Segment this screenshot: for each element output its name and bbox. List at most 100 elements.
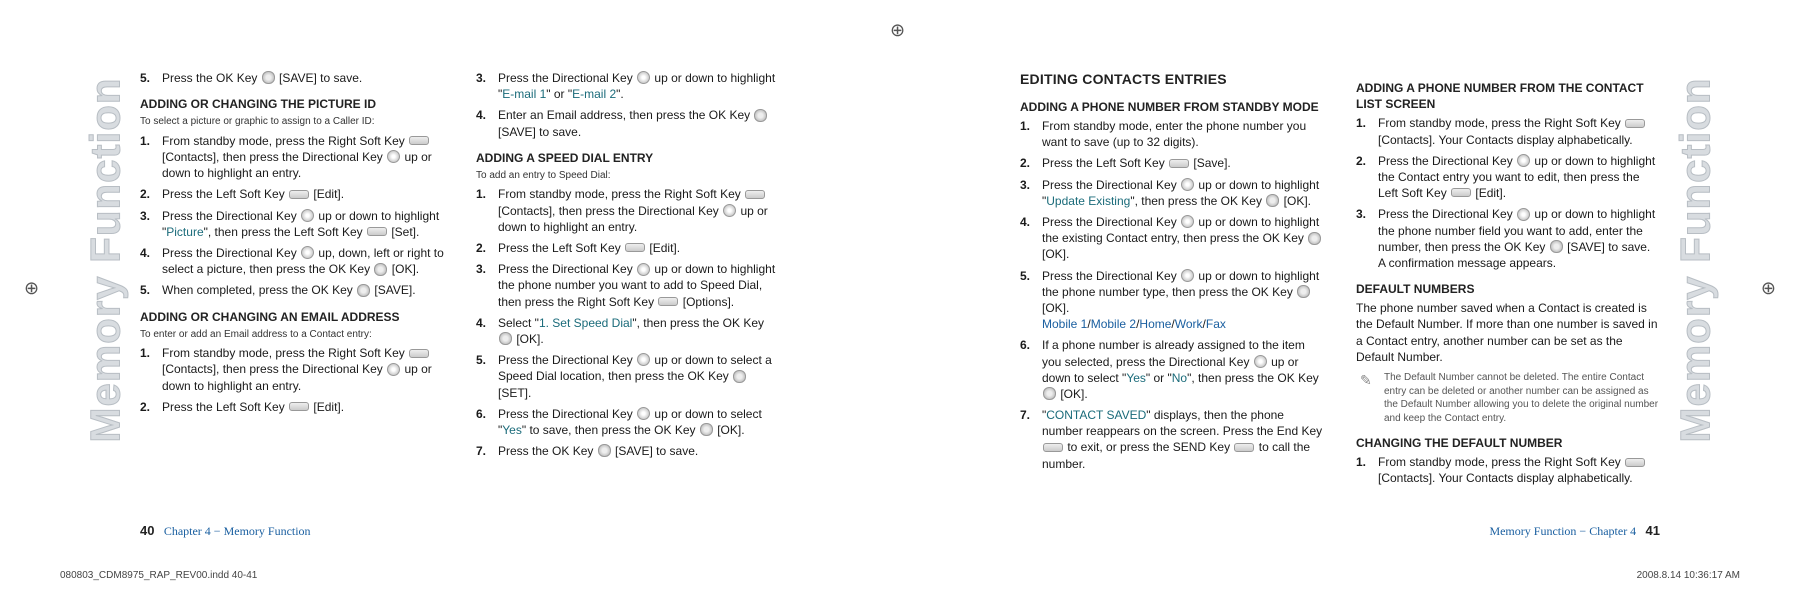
list-item: 4.Press the Directional Key up or down t… — [1020, 214, 1324, 263]
column: EDITING CONTACTS ENTRIES ADDING A PHONE … — [1020, 70, 1324, 499]
side-label-right: Memory Function — [1660, 40, 1730, 479]
heading: DEFAULT NUMBERS — [1356, 281, 1660, 297]
heading: ADDING A SPEED DIAL ENTRY — [476, 150, 780, 166]
list-item: 3.Press the Directional Key up or down t… — [1020, 177, 1324, 209]
list-item: 1.From standby mode, enter the phone num… — [1020, 118, 1324, 150]
send-key-icon — [1234, 443, 1254, 452]
page-number: 41 — [1646, 523, 1660, 538]
list-item: 7."CONTACT SAVED" displays, then the pho… — [1020, 407, 1324, 472]
page-spread: ⊕ ⊕ ⊕ Memory Function Memory Function 5.… — [0, 0, 1800, 589]
list-item: 5.When completed, press the OK Key [SAVE… — [140, 282, 444, 298]
directional-key-icon — [1181, 215, 1194, 228]
page-41: EDITING CONTACTS ENTRIES ADDING A PHONE … — [1020, 70, 1660, 499]
directional-key-icon — [1517, 208, 1530, 221]
heading: ADDING OR CHANGING AN EMAIL ADDRESS — [140, 309, 444, 325]
list: 3.Press the Directional Key up or down t… — [476, 70, 780, 140]
chapter-label: Memory Function − Chapter 4 — [1489, 524, 1636, 538]
directional-key-icon — [637, 263, 650, 276]
side-label-left: Memory Function — [70, 40, 140, 479]
soft-key-icon — [289, 190, 309, 199]
print-meta-right: 2008.8.14 10:36:17 AM — [1637, 570, 1740, 581]
list-item: 5.Press the Directional Key up or down t… — [1020, 268, 1324, 333]
ok-key-icon — [754, 109, 767, 122]
directional-key-icon — [637, 71, 650, 84]
directional-key-icon — [301, 246, 314, 259]
ok-key-icon — [262, 71, 275, 84]
ok-key-icon — [1550, 240, 1563, 253]
list-item: 3.Press the Directional Key up or down t… — [1356, 206, 1660, 271]
ok-key-icon — [598, 444, 611, 457]
list-item: 2.Press the Directional Key up or down t… — [1356, 153, 1660, 202]
paragraph: The phone number saved when a Contact is… — [1356, 300, 1660, 365]
ok-key-icon — [357, 284, 370, 297]
list: 1.From standby mode, enter the phone num… — [1020, 118, 1324, 472]
soft-key-icon — [289, 402, 309, 411]
soft-key-icon — [745, 190, 765, 199]
list-item: 5.Press the OK Key [SAVE] to save. — [140, 70, 444, 86]
list-item: 2.Press the Left Soft Key [Edit]. — [140, 186, 444, 202]
heading: ADDING A PHONE NUMBER FROM STANDBY MODE — [1020, 99, 1324, 115]
directional-key-icon — [1181, 269, 1194, 282]
list-item: 4.Press the Directional Key up, down, le… — [140, 245, 444, 277]
directional-key-icon — [387, 363, 400, 376]
registration-mark-icon: ⊕ — [1761, 278, 1776, 299]
list-item: 1.From standby mode, press the Right Sof… — [140, 133, 444, 182]
list-item: 2.Press the Left Soft Key [Edit]. — [140, 399, 444, 415]
list: 1.From standby mode, press the Right Sof… — [140, 345, 444, 415]
list-item: 4.Select "1. Set Speed Dial", then press… — [476, 315, 780, 347]
directional-key-icon — [637, 353, 650, 366]
directional-key-icon — [1517, 154, 1530, 167]
page-number: 40 — [140, 523, 154, 538]
list-item: 2.Press the Left Soft Key [Edit]. — [476, 240, 780, 256]
ok-key-icon — [499, 332, 512, 345]
list-item: 1.From standby mode, press the Right Sof… — [1356, 454, 1660, 486]
list-item: 3.Press the Directional Key up or down t… — [140, 208, 444, 240]
sub-heading: To add an entry to Speed Dial: — [476, 169, 780, 183]
registration-mark-icon: ⊕ — [890, 20, 905, 41]
section-heading: EDITING CONTACTS ENTRIES — [1020, 70, 1324, 89]
note: The Default Number cannot be deleted. Th… — [1356, 371, 1660, 425]
ok-key-icon — [700, 423, 713, 436]
directional-key-icon — [1254, 355, 1267, 368]
column: 5.Press the OK Key [SAVE] to save. ADDIN… — [140, 70, 444, 499]
soft-key-icon — [409, 136, 429, 145]
heading: CHANGING THE DEFAULT NUMBER — [1356, 435, 1660, 451]
soft-key-icon — [1625, 119, 1645, 128]
ok-key-icon — [1266, 194, 1279, 207]
list-item: 1.From standby mode, press the Right Sof… — [1356, 115, 1660, 147]
list-item: 6.If a phone number is already assigned … — [1020, 337, 1324, 402]
end-key-icon — [1043, 443, 1063, 452]
ok-key-icon — [1308, 232, 1321, 245]
registration-mark-icon: ⊕ — [24, 278, 39, 299]
directional-key-icon — [637, 407, 650, 420]
directional-key-icon — [301, 209, 314, 222]
soft-key-icon — [1451, 188, 1471, 197]
directional-key-icon — [723, 204, 736, 217]
list: 1.From standby mode, press the Right Sof… — [1356, 115, 1660, 271]
directional-key-icon — [387, 150, 400, 163]
footer-left: 40 Chapter 4 − Memory Function — [140, 523, 317, 539]
sub-heading: To enter or add an Email address to a Co… — [140, 328, 444, 342]
list-item: 3.Press the Directional Key up or down t… — [476, 70, 780, 102]
list: 1.From standby mode, press the Right Sof… — [1356, 454, 1660, 486]
heading: ADDING OR CHANGING THE PICTURE ID — [140, 96, 444, 112]
chapter-label: Chapter 4 − Memory Function — [164, 524, 311, 538]
soft-key-icon — [658, 297, 678, 306]
footer-right: Memory Function − Chapter 4 41 — [1483, 523, 1660, 539]
sub-heading: To select a picture or graphic to assign… — [140, 115, 444, 129]
soft-key-icon — [625, 243, 645, 252]
column: 3.Press the Directional Key up or down t… — [476, 70, 780, 499]
soft-key-icon — [1169, 159, 1189, 168]
directional-key-icon — [1181, 178, 1194, 191]
list-item: 4.Enter an Email address, then press the… — [476, 107, 780, 139]
ok-key-icon — [374, 263, 387, 276]
list-item: 3.Press the Directional Key up or down t… — [476, 261, 780, 310]
list: 5.Press the OK Key [SAVE] to save. — [140, 70, 444, 86]
page-40: 5.Press the OK Key [SAVE] to save. ADDIN… — [140, 70, 780, 499]
ok-key-icon — [1043, 387, 1056, 400]
list-item: 1.From standby mode, press the Right Sof… — [476, 186, 780, 235]
list-item: 5.Press the Directional Key up or down t… — [476, 352, 780, 401]
soft-key-icon — [409, 349, 429, 358]
list-item: 6.Press the Directional Key up or down t… — [476, 406, 780, 438]
list: 1.From standby mode, press the Right Sof… — [476, 186, 780, 459]
